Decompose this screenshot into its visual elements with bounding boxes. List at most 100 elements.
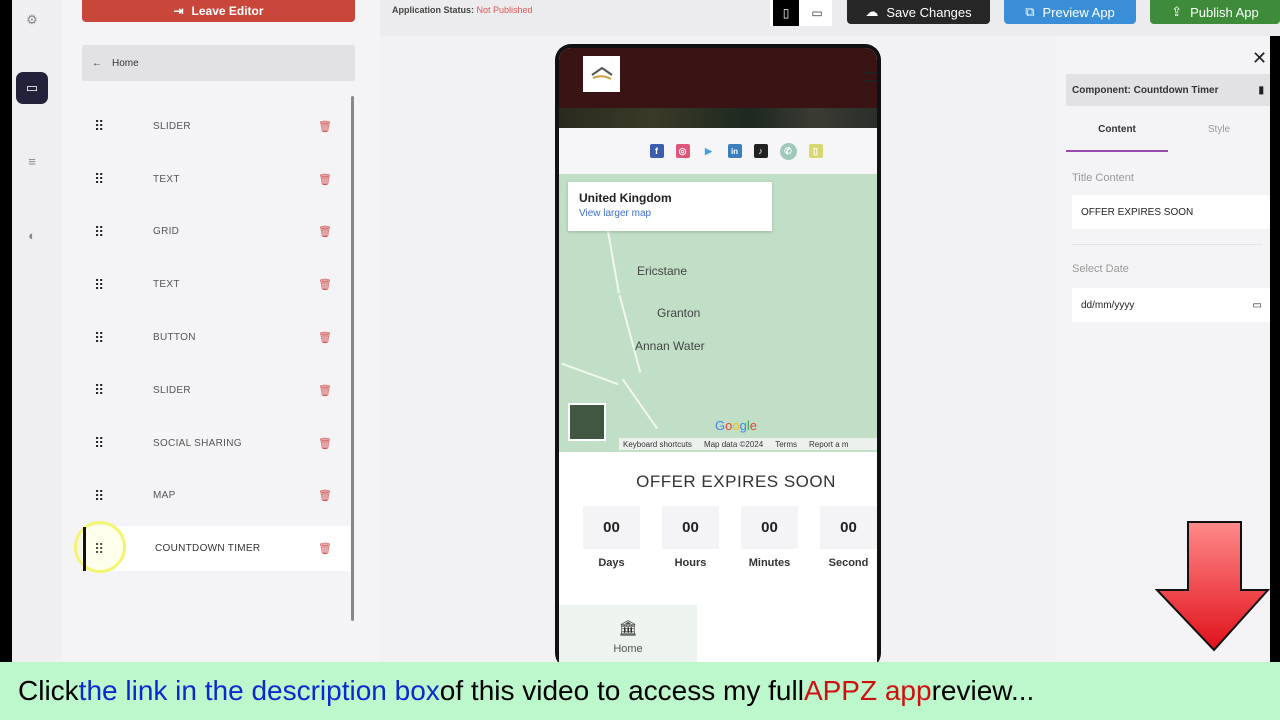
tab-content[interactable]: Content	[1066, 118, 1168, 152]
drag-handle-icon[interactable]: ⠿	[94, 172, 106, 186]
desktop-view-icon[interactable]: ▭	[804, 0, 830, 26]
map-info-card: United Kingdom View larger map	[568, 182, 772, 231]
drag-handle-icon[interactable]: ⠿	[94, 225, 106, 239]
countdown-title: OFFER EXPIRES SOON	[636, 472, 836, 491]
component-item[interactable]: ⠿ TEXT 🗑	[82, 153, 350, 206]
component-label: MAP	[153, 490, 176, 502]
drag-handle-icon[interactable]: ⠿	[94, 383, 106, 397]
snapchat-icon[interactable]: ▯	[808, 144, 823, 158]
mobile-view-icon[interactable]: ▯	[773, 0, 799, 26]
scrollbar[interactable]	[351, 96, 354, 621]
save-changes-button[interactable]: ☁ Save Changes	[847, 0, 990, 24]
tiktok-icon[interactable]: ♪	[753, 144, 768, 158]
list-icon[interactable]: ≡	[16, 145, 48, 177]
leave-editor-label: Leave Editor	[191, 4, 264, 18]
social-sharing-bar: f ◎ ▶ in ♪ ✆ ▯	[559, 128, 877, 174]
panel-tabs: Content Style	[1066, 118, 1270, 152]
countdown-unit: Hours	[674, 557, 707, 569]
component-item[interactable]: ⠿ TEXT 🗑	[82, 258, 350, 311]
countdown-cell: 00 Days	[583, 506, 640, 569]
close-icon[interactable]: ✕	[1252, 48, 1267, 69]
instagram-icon[interactable]: ◎	[675, 144, 690, 158]
component-item[interactable]: ⠿ MAP 🗑	[82, 470, 350, 523]
component-title: Component: Countdown Timer	[1072, 84, 1219, 96]
trash-icon[interactable]: 🗑	[318, 437, 332, 450]
linkedin-icon[interactable]: in	[727, 144, 742, 158]
terms-link[interactable]: Terms	[775, 440, 797, 449]
hamburger-menu-icon[interactable]	[863, 72, 877, 82]
component-label: BUTTON	[153, 332, 196, 344]
drag-handle-icon[interactable]: ⠿	[94, 119, 106, 133]
drag-handle-icon[interactable]: ⠿	[94, 489, 106, 503]
component-label: SOCIAL SHARING	[153, 437, 242, 449]
publish-app-button[interactable]: ⇪ Publish App	[1150, 0, 1280, 24]
countdown-value: 00	[820, 506, 877, 549]
trash-icon[interactable]: 🗑	[318, 489, 332, 502]
date-input[interactable]: dd/mm/yyyy ▭	[1072, 288, 1270, 322]
banner-highlight: APPZ app	[803, 675, 932, 706]
app-header	[559, 48, 877, 108]
component-item[interactable]: ⠿ SLIDER 🗑	[82, 100, 350, 153]
arrow-left-icon: ←	[92, 57, 102, 69]
status-badge: Not Published	[476, 5, 533, 15]
select-date-label: Select Date	[1072, 263, 1129, 275]
banner-text: of this video to access my full	[439, 675, 804, 706]
palette-icon[interactable]: ◐	[16, 219, 48, 251]
settings-gear-icon[interactable]: ⚙	[16, 4, 48, 36]
component-list: ⠿ SLIDER 🗑 ⠿ TEXT 🗑 ⠿ GRID 🗑 ⠿ TEXT 🗑 ⠿ …	[82, 100, 350, 572]
bank-icon: 🏛	[618, 620, 638, 637]
map-place-label: Ericstane	[637, 264, 688, 278]
publish-label: Publish App	[1190, 4, 1259, 20]
trash-icon[interactable]: 🗑	[318, 331, 332, 344]
component-item[interactable]: ⠿ SLIDER 🗑	[82, 364, 350, 417]
device-toggle: ▯ ▭	[770, 0, 832, 26]
facebook-icon[interactable]: f	[649, 144, 664, 158]
countdown-value: 00	[662, 506, 719, 549]
component-label: GRID	[153, 226, 180, 238]
trash-icon[interactable]: 🗑	[318, 120, 332, 133]
nav-home-tab[interactable]: 🏛 Home	[559, 605, 697, 669]
title-content-input[interactable]: OFFER EXPIRES SOON	[1072, 195, 1270, 229]
twitter-icon[interactable]: ▶	[702, 144, 716, 158]
component-label: SLIDER	[153, 384, 191, 396]
keyboard-shortcuts-link[interactable]: Keyboard shortcuts	[623, 440, 692, 449]
divider	[1072, 244, 1262, 245]
trash-icon[interactable]: 🗑	[318, 384, 332, 397]
satellite-toggle[interactable]	[568, 403, 606, 441]
leave-editor-button[interactable]: ⇥ Leave Editor	[82, 0, 355, 22]
banner-text: review...	[931, 675, 1035, 706]
trash-icon[interactable]: 🗑	[318, 278, 332, 291]
app-logo	[583, 56, 620, 92]
icon-rail: ⚙ ▭ ≡ ◐	[12, 0, 62, 662]
preview-app-button[interactable]: ⧉ Preview App	[1004, 0, 1136, 24]
whatsapp-icon[interactable]: ✆	[779, 142, 797, 160]
banner-link-text[interactable]: the link in the description box	[79, 675, 440, 707]
component-item[interactable]: ⠿ SOCIAL SHARING 🗑	[82, 417, 350, 470]
component-item[interactable]: ⠿ BUTTON 🗑	[82, 311, 350, 364]
trash-icon[interactable]: 🗑	[318, 225, 332, 238]
calendar-icon[interactable]: ▭	[1253, 300, 1262, 311]
map-embed[interactable]: United Kingdom View larger map Ericstane…	[559, 174, 877, 452]
banner-text: Click	[18, 675, 79, 706]
screen-edge	[1270, 36, 1280, 662]
countdown-value: 00	[741, 506, 798, 549]
drag-handle-icon[interactable]: ⠿	[94, 331, 106, 345]
pages-icon[interactable]: ▭	[16, 72, 48, 104]
promo-banner: Click the link in the description box of…	[0, 662, 1280, 720]
save-label: Save Changes	[886, 4, 972, 20]
view-larger-map-link[interactable]: View larger map	[579, 208, 761, 219]
component-header: Component: Countdown Timer ▮	[1066, 74, 1270, 106]
component-item[interactable]: ⠿ GRID 🗑	[82, 206, 350, 259]
drag-handle-icon[interactable]: ⠿	[94, 436, 106, 450]
trash-icon[interactable]: 🗑	[318, 173, 332, 186]
trash-icon[interactable]: ▮	[1258, 85, 1264, 96]
back-home-link[interactable]: ← Home	[82, 45, 355, 81]
report-link[interactable]: Report a m	[809, 440, 849, 449]
date-placeholder: dd/mm/yyyy	[1081, 299, 1135, 311]
drag-handle-icon[interactable]: ⠿	[94, 278, 106, 292]
nav-home-label: Home	[613, 643, 643, 655]
trash-icon[interactable]: 🗑	[318, 542, 332, 555]
down-arrow-icon	[1155, 521, 1270, 652]
google-logo: Google	[715, 418, 757, 433]
tab-style[interactable]: Style	[1168, 118, 1270, 152]
